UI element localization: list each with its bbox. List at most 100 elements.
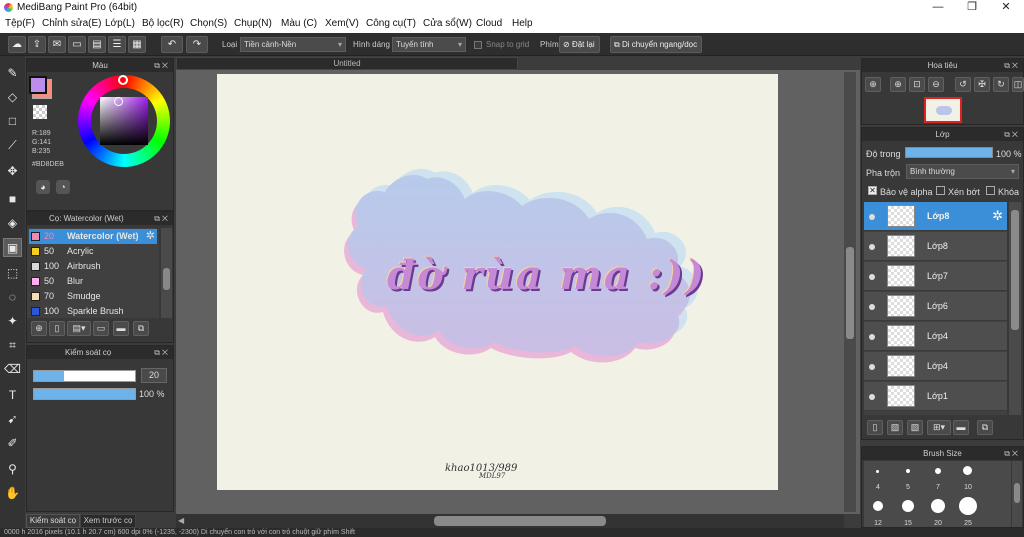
- shape-select[interactable]: Tuyến tính ▾: [392, 37, 466, 52]
- brush-size-slider[interactable]: [33, 370, 136, 382]
- protect-alpha-checkbox[interactable]: ✕: [868, 186, 877, 195]
- duplicate-layer-icon[interactable]: ⧉: [977, 420, 993, 435]
- brush-add-icon[interactable]: ⊕: [31, 321, 47, 336]
- magic-wand-tool-icon[interactable]: ✦: [3, 312, 22, 331]
- tab-brush-preview[interactable]: Xem trước cọ: [80, 514, 136, 528]
- redo-icon[interactable]: ↷: [186, 36, 208, 53]
- zoom-in-icon[interactable]: ⊕: [890, 77, 906, 92]
- menu-tools[interactable]: Công cụ(T): [366, 18, 416, 29]
- brush-size-dot[interactable]: [935, 468, 941, 474]
- brush-size-scrollbar[interactable]: [1012, 461, 1022, 527]
- tab-brush-control[interactable]: Kiểm soát cọ: [26, 514, 80, 528]
- document-canvas[interactable]: đờ rùa ma :)) khao1013/989 MDL97: [217, 74, 778, 490]
- undo-icon[interactable]: ↶: [161, 36, 183, 53]
- brush-item[interactable]: 20 Watercolor (Wet) ✲: [29, 229, 157, 244]
- new-halftone-layer-icon[interactable]: ▨: [887, 420, 903, 435]
- navigator-preview[interactable]: [924, 97, 962, 123]
- layer-row[interactable]: Lớp1: [864, 382, 1007, 411]
- zoom-in-icon[interactable]: ⊕: [865, 77, 881, 92]
- rectangle-tool-icon[interactable]: □: [3, 112, 22, 131]
- brush-menu-icon[interactable]: ▤▾: [67, 321, 91, 336]
- visibility-icon[interactable]: [869, 214, 875, 220]
- transparent-color-swatch[interactable]: [33, 105, 47, 119]
- brush-size-dot[interactable]: [873, 501, 883, 511]
- brush-list-scrollbar[interactable]: [161, 228, 172, 318]
- minimize-button[interactable]: —: [921, 0, 955, 16]
- menu-capture[interactable]: Chụp(N): [234, 18, 272, 29]
- gradient-tool-icon[interactable]: ▣: [3, 238, 22, 257]
- visibility-icon[interactable]: [869, 394, 875, 400]
- foreground-color-swatch[interactable]: [29, 76, 47, 94]
- menu-window[interactable]: Cửa sổ(W): [423, 18, 472, 29]
- scroll-thumb[interactable]: [846, 247, 854, 339]
- layer-list-scrollbar[interactable]: [1009, 202, 1021, 415]
- document-tab[interactable]: Untitled: [176, 57, 518, 70]
- menu-file[interactable]: Tệp(F): [5, 18, 35, 29]
- saturation-value-square[interactable]: [100, 97, 148, 145]
- folder-icon[interactable]: ▬: [113, 321, 129, 336]
- palette-edit-icon[interactable]: ◔: [56, 180, 70, 194]
- panel-controls-icon[interactable]: ⧉✕: [154, 346, 170, 359]
- new-1bit-layer-icon[interactable]: ▧: [907, 420, 923, 435]
- layer-row[interactable]: Lớp4: [864, 322, 1007, 351]
- menu-color[interactable]: Màu (C): [281, 18, 317, 29]
- move-horizontal-vertical-button[interactable]: ⧉ Di chuyển ngang/dọc: [610, 36, 703, 53]
- scroll-left-icon[interactable]: ◀: [178, 516, 184, 525]
- brush-size-dot[interactable]: [902, 500, 914, 512]
- divide-tool-icon[interactable]: ✐: [3, 434, 22, 453]
- visibility-icon[interactable]: [869, 364, 875, 370]
- layer-opacity-slider[interactable]: [905, 147, 993, 158]
- brush-size-dot[interactable]: [963, 466, 972, 475]
- reset-button[interactable]: ⊘ Đặt lại: [559, 36, 600, 53]
- panel-controls-icon[interactable]: ⧉✕: [1004, 128, 1020, 141]
- color-picker-handle[interactable]: [114, 97, 123, 106]
- brush-size-dot[interactable]: [876, 470, 879, 473]
- layer-menu-icon[interactable]: ⊞▾: [927, 420, 951, 435]
- visibility-icon[interactable]: [869, 244, 875, 250]
- palette-icon[interactable]: ◕: [36, 180, 50, 194]
- brush-size-dot[interactable]: [906, 469, 910, 473]
- panel-controls-icon[interactable]: ⧉✕: [154, 212, 170, 225]
- cloud-icon[interactable]: ☁: [8, 36, 26, 53]
- operation-tool-icon[interactable]: ➹: [3, 410, 22, 429]
- menu-view[interactable]: Xem(V): [325, 18, 359, 29]
- panel-controls-icon[interactable]: ⧉✕: [1004, 447, 1020, 460]
- brush-item[interactable]: 100 Sparkle Brush: [29, 304, 157, 318]
- close-button[interactable]: ✕: [989, 0, 1023, 16]
- menu-layer[interactable]: Lớp(L): [105, 18, 135, 29]
- lock-checkbox[interactable]: [986, 186, 995, 195]
- bucket-tool-icon[interactable]: ◈: [3, 214, 22, 233]
- list-icon[interactable]: ☰: [108, 36, 126, 53]
- dot-tool-icon[interactable]: ⟋: [3, 136, 22, 155]
- move-tool-icon[interactable]: ✥: [3, 162, 22, 181]
- menu-help[interactable]: Help: [512, 18, 533, 29]
- layer-row[interactable]: Lớp4: [864, 352, 1007, 381]
- rotate-left-icon[interactable]: ↺: [955, 77, 971, 92]
- hand-tool-icon[interactable]: ✋: [3, 484, 22, 503]
- lasso-tool-icon[interactable]: ◌: [3, 288, 22, 307]
- comment-icon[interactable]: ✉: [48, 36, 66, 53]
- brush-item[interactable]: 100 Airbrush: [29, 259, 157, 274]
- menu-edit[interactable]: Chỉnh sửa(E): [42, 18, 102, 29]
- brush-size-dot[interactable]: [931, 499, 945, 513]
- panel-controls-icon[interactable]: ⧉✕: [1004, 59, 1020, 72]
- brush-tool-icon[interactable]: ✎: [3, 64, 22, 83]
- blend-mode-select[interactable]: Bình thường ▾: [906, 164, 1019, 179]
- select-rect-tool-icon[interactable]: ⬚: [3, 264, 22, 283]
- new-layer-icon[interactable]: ▯: [867, 420, 883, 435]
- brush-item[interactable]: 70 Smudge: [29, 289, 157, 304]
- chat-icon[interactable]: ▭: [68, 36, 86, 53]
- brush-size-dot[interactable]: [959, 497, 977, 515]
- menu-cloud[interactable]: Cloud: [476, 18, 502, 29]
- zoom-out-icon[interactable]: ⊖: [928, 77, 944, 92]
- duplicate-icon[interactable]: ⧉: [133, 321, 149, 336]
- snap-to-grid-checkbox[interactable]: [474, 41, 482, 49]
- visibility-icon[interactable]: [869, 304, 875, 310]
- fill-rect-tool-icon[interactable]: ■: [3, 190, 22, 209]
- visibility-icon[interactable]: [869, 274, 875, 280]
- brush-copy-icon[interactable]: ▭: [93, 321, 109, 336]
- flip-icon[interactable]: ◫: [1012, 77, 1024, 92]
- layer-row[interactable]: Lớp6: [864, 292, 1007, 321]
- layer-row[interactable]: Lớp7: [864, 262, 1007, 291]
- panel-controls-icon[interactable]: ⧉✕: [154, 59, 170, 72]
